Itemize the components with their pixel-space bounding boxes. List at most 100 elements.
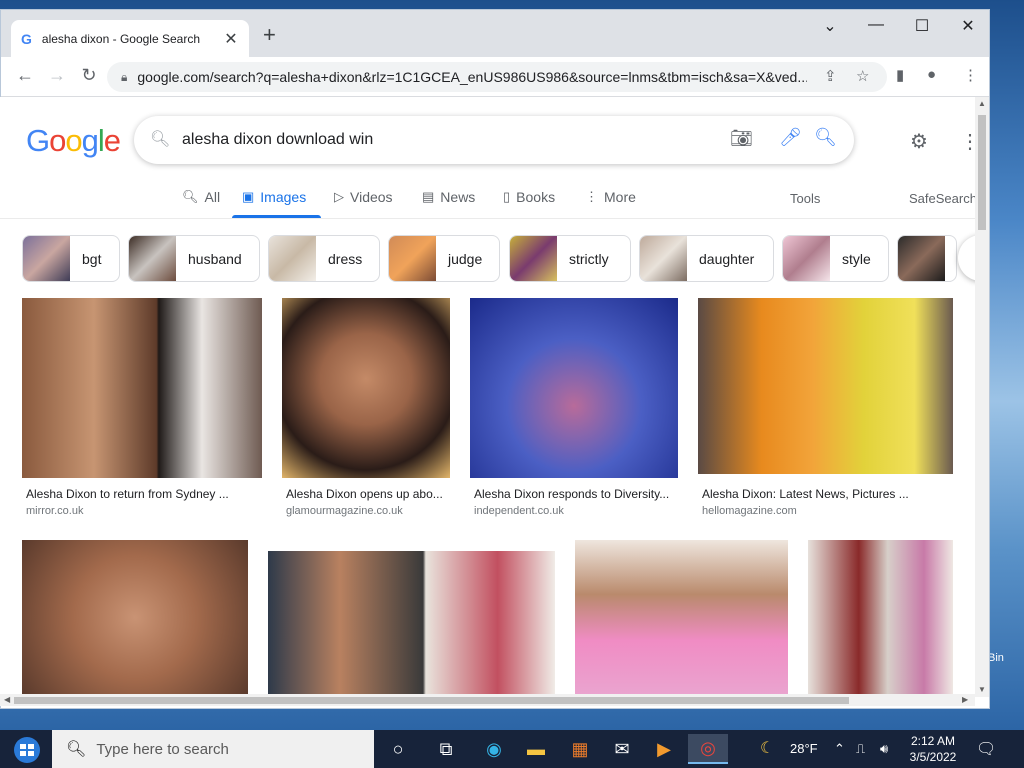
mail-icon[interactable]: ✉	[602, 734, 642, 764]
browser-tab[interactable]: G alesha dixon - Google Search ✕	[11, 20, 249, 57]
browser-menu-icon[interactable]: ⋮	[963, 66, 978, 84]
result-image[interactable]	[698, 298, 953, 474]
search-box[interactable]: 🔍︎ 📷︎ 🎤︎ 🔍︎	[134, 116, 854, 164]
chrome-icon[interactable]: ◎	[688, 734, 728, 764]
temperature-text[interactable]: 28°F	[790, 741, 818, 756]
chip[interactable]: dress	[268, 235, 380, 282]
related-chips: bgt husband dress judge strictly daughte…	[22, 235, 975, 283]
edge-icon[interactable]: ◉	[474, 734, 514, 764]
chip-label: strictly	[569, 250, 609, 267]
more-vert-icon: ⋮	[585, 189, 598, 204]
bookmark-star-icon[interactable]: ☆	[856, 67, 869, 85]
result-caption[interactable]: Alesha Dixon opens up abo...	[286, 487, 443, 501]
chip[interactable]: strictly	[509, 235, 631, 282]
store-icon[interactable]: ▦	[560, 734, 600, 764]
scroll-right-icon[interactable]: ▶	[962, 695, 968, 704]
chip[interactable]: judge	[388, 235, 500, 282]
chip[interactable]	[897, 235, 957, 282]
apps-grid-icon[interactable]: ⋮⋮	[960, 129, 975, 154]
settings-gear-icon[interactable]: ⚙	[910, 129, 928, 154]
recycle-bin-label[interactable]: Bin	[988, 652, 1004, 664]
chip[interactable]: daughter	[639, 235, 774, 282]
play-icon: ▷	[334, 189, 344, 204]
close-tab-icon[interactable]: ✕	[223, 29, 239, 49]
taskbar-search-box[interactable]: 🔍︎ Type here to search	[52, 730, 374, 768]
share-icon[interactable]: ⇪	[824, 67, 837, 85]
scroll-left-icon[interactable]: ◀	[4, 695, 10, 704]
result-image[interactable]	[575, 540, 788, 695]
horizontal-scroll-thumb[interactable]	[14, 697, 849, 704]
search-input[interactable]	[182, 127, 702, 153]
system-clock[interactable]: 2:12 AM 3/5/2022	[906, 733, 960, 765]
weather-moon-icon[interactable]: ☾	[760, 738, 774, 758]
maximize-icon[interactable]: ☐	[899, 16, 945, 36]
windows-start-icon[interactable]	[8, 736, 46, 764]
cortana-icon[interactable]: ○	[378, 734, 418, 764]
taskbar-search-placeholder[interactable]: Type here to search	[96, 741, 229, 758]
vertical-scrollbar[interactable]: ▲ ▼	[975, 97, 989, 697]
back-icon[interactable]: ←	[13, 65, 37, 86]
media-player-icon[interactable]: ▶	[644, 734, 684, 764]
tab-news[interactable]: ▤ News	[422, 189, 475, 205]
profile-avatar-icon[interactable]: ●	[927, 66, 936, 83]
side-panel-icon[interactable]: ▮	[896, 66, 904, 84]
url-text[interactable]: google.com/search?q=alesha+dixon&rlz=1C1…	[137, 69, 807, 85]
result-image[interactable]	[268, 551, 555, 695]
chip[interactable]: husband	[128, 235, 260, 282]
active-tab-indicator	[232, 215, 321, 218]
lock-icon[interactable]: 🔒︎	[121, 70, 127, 85]
result-source[interactable]: mirror.co.uk	[26, 505, 83, 517]
forward-icon[interactable]: →	[45, 65, 69, 86]
new-tab-icon[interactable]: +	[263, 22, 276, 48]
chip-thumbnail	[23, 236, 70, 281]
tools-button[interactable]: Tools	[790, 191, 820, 206]
horizontal-scrollbar[interactable]: ◀ ▶	[0, 694, 975, 706]
tab-all[interactable]: 🔍︎ All	[182, 189, 220, 205]
address-bar[interactable]: 🔒︎ google.com/search?q=alesha+dixon&rlz=…	[107, 62, 887, 92]
search-results-page: Google 🔍︎ 📷︎ 🎤︎ 🔍︎ ⚙ ⋮⋮ 🔍︎ All ▣ Images …	[0, 97, 975, 697]
show-hidden-icons-chevron-icon[interactable]: ⌃	[834, 741, 845, 757]
result-caption[interactable]: Alesha Dixon to return from Sydney ...	[26, 487, 229, 501]
camera-icon[interactable]: 📷︎	[730, 128, 753, 149]
tab-videos[interactable]: ▷ Videos	[334, 189, 393, 205]
windows-taskbar: 🔍︎ Type here to search ○ ⧉ ◉ ▬ ▦ ✉ ▶ ◎ ☾…	[0, 730, 1024, 768]
reload-icon[interactable]: ↻	[77, 65, 101, 86]
chevron-right-icon[interactable]: ›	[958, 235, 975, 281]
result-source[interactable]: independent.co.uk	[474, 505, 564, 517]
google-logo[interactable]: Google	[26, 123, 121, 159]
clock-time: 2:12 AM	[910, 734, 956, 748]
result-image[interactable]	[808, 540, 953, 695]
chip[interactable]: style	[782, 235, 889, 282]
result-source[interactable]: glamourmagazine.co.uk	[286, 505, 403, 517]
search-icon: 🔍︎	[182, 189, 199, 204]
tab-search-chevron-icon[interactable]: ⌄	[807, 16, 853, 36]
minimize-icon[interactable]: —	[853, 16, 899, 34]
task-view-icon[interactable]: ⧉	[426, 734, 466, 764]
file-explorer-icon[interactable]: ▬	[516, 734, 556, 764]
scroll-down-icon[interactable]: ▼	[978, 685, 986, 694]
vertical-scroll-thumb[interactable]	[978, 115, 986, 230]
logo-letter: e	[103, 123, 121, 158]
result-image[interactable]	[22, 298, 262, 478]
close-window-icon[interactable]: ✕	[945, 16, 989, 36]
chip-thumbnail	[640, 236, 687, 281]
volume-icon[interactable]: 🔊︎	[880, 741, 888, 757]
result-image[interactable]	[22, 540, 248, 695]
microphone-icon[interactable]: 🎤︎	[779, 127, 802, 148]
notification-center-icon[interactable]: 🗨︎	[976, 739, 996, 759]
safesearch-button[interactable]: SafeSearch	[909, 191, 975, 206]
tab-more[interactable]: ⋮ More	[585, 189, 636, 205]
search-submit-icon[interactable]: 🔍︎	[814, 127, 837, 148]
result-caption[interactable]: Alesha Dixon: Latest News, Pictures ...	[702, 487, 909, 501]
tab-images[interactable]: ▣ Images	[242, 189, 306, 205]
network-icon[interactable]: ⎍	[856, 741, 865, 757]
logo-letter: g	[81, 123, 99, 158]
tab-label: All	[204, 189, 221, 205]
result-caption[interactable]: Alesha Dixon responds to Diversity...	[474, 487, 669, 501]
chip[interactable]: bgt	[22, 235, 120, 282]
result-image[interactable]	[282, 298, 450, 478]
scroll-up-icon[interactable]: ▲	[978, 99, 986, 108]
result-image[interactable]	[470, 298, 678, 478]
result-source[interactable]: hellomagazine.com	[702, 505, 797, 517]
tab-books[interactable]: ▯ Books	[503, 189, 555, 205]
